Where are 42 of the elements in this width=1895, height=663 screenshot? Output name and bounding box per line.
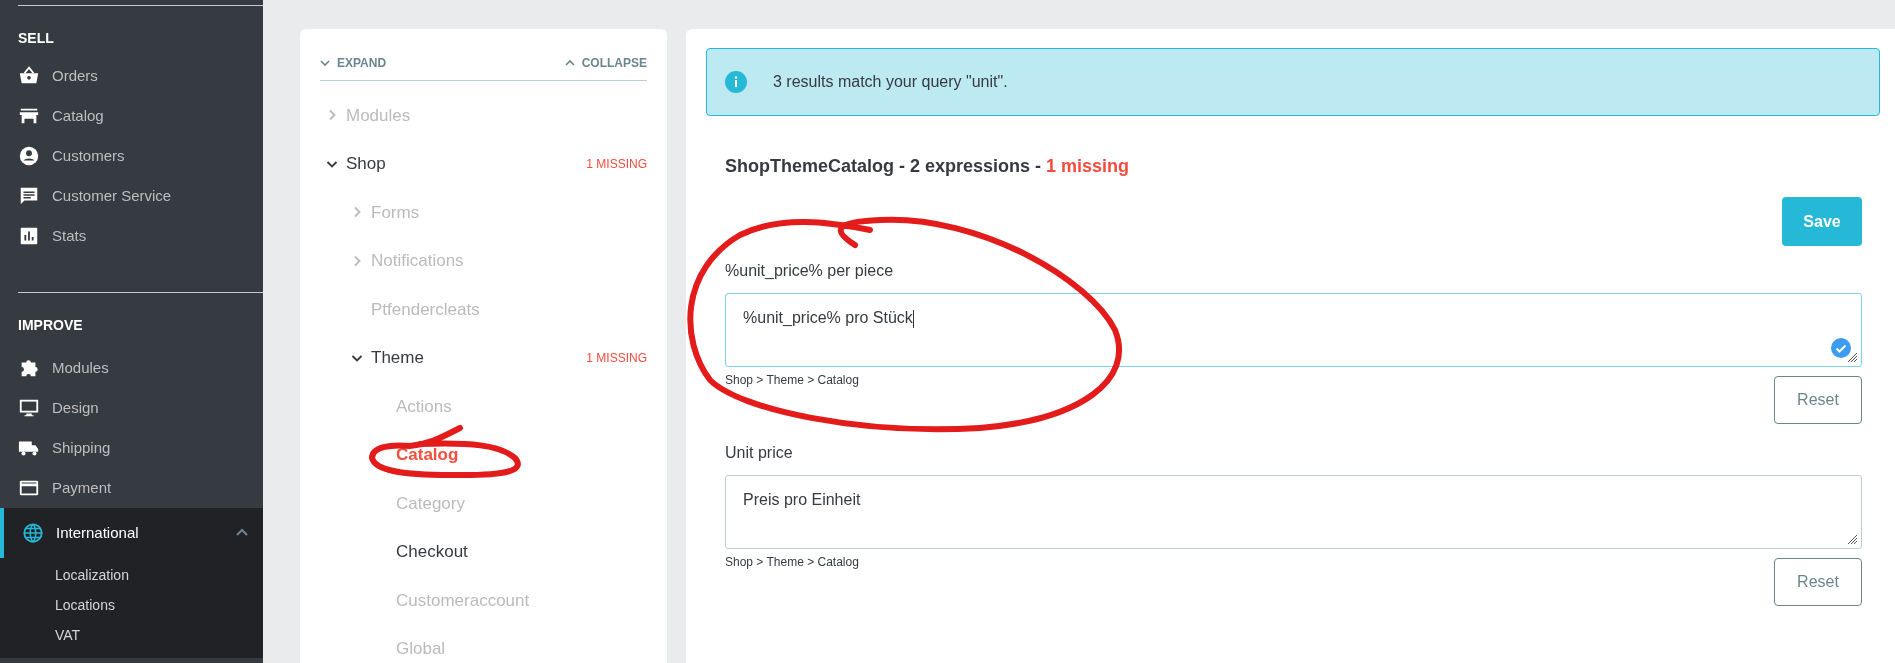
missing-count: 1 MISSING [586, 155, 647, 173]
field-label: %unit_price% per piece [725, 261, 895, 281]
sidebar-item[interactable]: Customer Service [0, 176, 263, 216]
resize-grip-icon[interactable] [1847, 352, 1858, 363]
tree-item[interactable]: Checkout [396, 539, 647, 565]
submenu-item[interactable]: Localization [55, 564, 129, 586]
reset-button[interactable]: Reset [1774, 376, 1862, 424]
sidebar-item[interactable]: Orders [0, 56, 263, 96]
tree-item[interactable]: Theme [371, 345, 587, 371]
monitor-icon [18, 397, 40, 419]
missing-count: 1 MISSING [586, 349, 647, 367]
alert-message: 3 results match your query "unit". [773, 72, 1008, 92]
breadcrumb-path: Shop > Theme > Catalog [725, 554, 860, 570]
sidebar-item[interactable]: Modules [0, 348, 263, 388]
collapse-button[interactable]: COLLAPSE [564, 53, 647, 73]
translation-field[interactable]: %unit_price% pro Stück [725, 293, 1862, 367]
translation-field[interactable]: Preis pro Einheit [725, 475, 1862, 549]
sidebar-item[interactable]: International [0, 508, 263, 558]
sidebar-item[interactable]: Shipping [0, 428, 263, 468]
resize-grip-icon[interactable] [1847, 534, 1858, 545]
expand-button[interactable]: EXPAND [320, 53, 387, 73]
sidebar-item[interactable]: Customers [0, 136, 263, 176]
info-icon [725, 71, 747, 93]
sidebar-item[interactable]: Design [0, 388, 263, 428]
tree-item[interactable]: Shop [346, 151, 587, 177]
breadcrumb-path: Shop > Theme > Catalog [725, 372, 860, 388]
chevron-down-icon [320, 58, 330, 68]
section-heading: IMPROVE [18, 317, 83, 333]
bar-chart-icon [18, 225, 40, 247]
globe-icon [22, 522, 44, 544]
sidebar-item[interactable]: Payment [0, 468, 263, 508]
field-label: Unit price [725, 443, 794, 463]
chevron-up-icon [564, 58, 575, 68]
sidebar-item[interactable]: Stats [0, 216, 263, 256]
submenu-item[interactable]: VAT [55, 624, 81, 646]
reset-button[interactable]: Reset [1774, 558, 1862, 606]
tree-item[interactable]: Catalog [396, 442, 647, 468]
section-heading: SELL [18, 30, 54, 46]
submenu-item[interactable]: Locations [55, 594, 115, 616]
domain-title: ShopThemeCatalog - 2 expressions - 1 missing [725, 155, 1131, 178]
sidebar-item[interactable]: Catalog [0, 96, 263, 136]
person-icon [18, 145, 40, 167]
